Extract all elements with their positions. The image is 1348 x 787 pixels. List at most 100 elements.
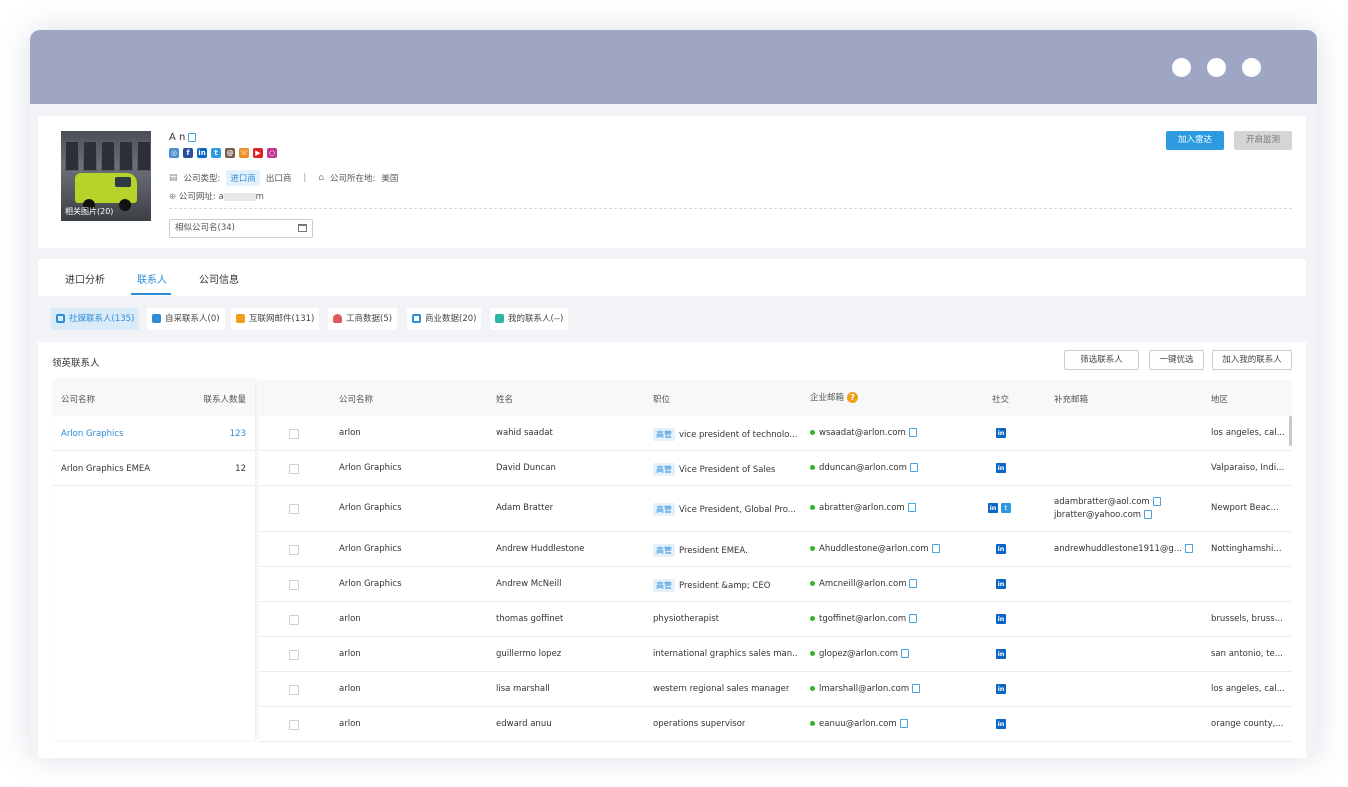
linkedin-icon[interactable]: in <box>996 463 1006 473</box>
email-text[interactable]: abratter@arlon.com <box>819 503 905 513</box>
row-checkbox[interactable] <box>289 685 299 695</box>
add-to-my-contacts-button[interactable]: 加入我的联系人 <box>1212 350 1292 370</box>
phone-icon[interactable]: ☏ <box>239 148 249 158</box>
email-icon[interactable]: @ <box>225 148 235 158</box>
linkedin-icon[interactable]: in <box>996 614 1006 624</box>
subtab-social-contacts[interactable]: 社媒联系人(135) <box>51 308 140 330</box>
linkedin-icon[interactable]: in <box>197 148 207 158</box>
one-click-optimize-button[interactable]: 一键优选 <box>1149 350 1204 370</box>
table-row[interactable]: Arlon Graphics Andrew McNeill 高管 President … <box>259 567 1292 602</box>
copy-icon[interactable] <box>907 503 916 512</box>
filter-contacts-button[interactable]: 筛选联系人 <box>1064 350 1139 370</box>
email-text[interactable]: tgoffinet@arlon.com <box>819 614 906 624</box>
row-checkbox[interactable] <box>289 464 299 474</box>
tab-import-analysis[interactable]: 进口分析 <box>65 271 105 286</box>
website-start[interactable]: a <box>218 192 223 202</box>
cell-social: in <box>996 463 1006 473</box>
row-checkbox[interactable] <box>289 650 299 660</box>
copy-icon[interactable] <box>909 579 918 588</box>
email-text[interactable]: lmarshall@arlon.com <box>819 684 909 694</box>
copy-icon[interactable] <box>909 614 918 623</box>
cell-social: in <box>996 544 1006 554</box>
cell-social: in <box>996 684 1006 694</box>
copy-icon[interactable] <box>1152 497 1161 506</box>
tab-company-info[interactable]: 公司信息 <box>199 271 239 286</box>
subtab-label: 社媒联系人(135) <box>69 314 135 324</box>
company-list-item[interactable]: Arlon Graphics 123 <box>52 416 255 451</box>
copy-icon[interactable] <box>912 684 921 693</box>
extra-email-text[interactable]: andrewhuddlestone1911@g... <box>1054 544 1182 554</box>
copy-icon[interactable] <box>899 719 908 728</box>
company-list-item[interactable]: Arlon Graphics EMEA 12 <box>52 451 255 486</box>
cell-title: 高管 President EMEA. <box>653 544 748 557</box>
subtab-label: 互联网邮件(131) <box>249 314 315 324</box>
email-text[interactable]: Amcneill@arlon.com <box>819 579 906 589</box>
table-row[interactable]: arlon lisa marshall western regional sales… <box>259 672 1292 707</box>
twitter-icon[interactable]: t <box>211 148 221 158</box>
cell-title: western regional sales manager <box>653 684 789 694</box>
extra-email-text[interactable]: adambratter@aol.com <box>1054 497 1150 507</box>
location-icon: ⌂ <box>318 173 325 183</box>
scrollbar[interactable] <box>1289 416 1292 446</box>
website-end[interactable]: m <box>256 192 264 202</box>
main-tabs: 进口分析 联系人 公司信息 <box>38 259 1306 296</box>
subtab-my-contacts[interactable]: 我的联系人(--) <box>490 308 569 330</box>
copy-icon[interactable] <box>908 428 917 437</box>
row-checkbox[interactable] <box>289 504 299 514</box>
instagram-icon[interactable]: ○ <box>267 148 277 158</box>
subtab-internet-emails[interactable]: 互联网邮件(131) <box>231 308 320 330</box>
email-text[interactable]: eanuu@arlon.com <box>819 719 897 729</box>
linkedin-icon[interactable]: in <box>996 684 1006 694</box>
cell-social: in <box>996 614 1006 624</box>
email-text[interactable]: glopez@arlon.com <box>819 649 898 659</box>
extra-email-text[interactable]: jbratter@yahoo.com <box>1054 510 1141 520</box>
window-control-dot[interactable] <box>1207 58 1226 77</box>
row-checkbox[interactable] <box>289 545 299 555</box>
row-checkbox[interactable] <box>289 429 299 439</box>
youtube-icon[interactable]: ▶ <box>253 148 263 158</box>
linkedin-icon[interactable]: in <box>988 503 998 513</box>
table-row[interactable]: Arlon Graphics David Duncan 高管 Vice Preside… <box>259 451 1292 486</box>
social-contacts-icon <box>56 314 65 323</box>
table-row[interactable]: arlon thomas goffinet physiotherapist tgoff… <box>259 602 1292 637</box>
table-row[interactable]: arlon edward anuu operations supervisor ean… <box>259 707 1292 742</box>
email-text[interactable]: dduncan@arlon.com <box>819 463 907 473</box>
table-row[interactable]: arlon wahid saadat 高管 vice president of tec… <box>259 416 1292 451</box>
open-monitor-button[interactable]: 开启监测 <box>1234 131 1292 150</box>
email-text[interactable]: wsaadat@arlon.com <box>819 428 906 438</box>
table-row[interactable]: Arlon Graphics Andrew Huddlestone 高管 Presid… <box>259 532 1292 567</box>
linkedin-icon[interactable]: in <box>996 719 1006 729</box>
photo-caption[interactable]: 相关图片(20) <box>65 206 113 217</box>
subtab-commercial-data[interactable]: 商业数据(20) <box>407 308 482 330</box>
row-checkbox[interactable] <box>289 720 299 730</box>
website-icon[interactable]: ◎ <box>169 148 179 158</box>
linkedin-icon[interactable]: in <box>996 428 1006 438</box>
add-radar-button[interactable]: 加入雷达 <box>1166 131 1224 150</box>
table-row[interactable]: Arlon Graphics Adam Bratter 高管 Vice Preside… <box>259 486 1292 532</box>
copy-icon[interactable] <box>1144 510 1153 519</box>
subtab-self-contacts[interactable]: 自采联系人(0) <box>147 308 225 330</box>
company-photo[interactable]: 相关图片(20) <box>61 131 151 221</box>
copy-icon[interactable] <box>1184 544 1193 553</box>
help-icon[interactable]: ? <box>847 392 859 403</box>
row-checkbox[interactable] <box>289 615 299 625</box>
similar-companies-select[interactable]: 相似公司名(34) <box>169 219 313 238</box>
window-control-dot[interactable] <box>1242 58 1261 77</box>
copy-icon[interactable] <box>188 132 197 142</box>
row-checkbox[interactable] <box>289 580 299 590</box>
company-list-count: 12 <box>235 464 246 474</box>
linkedin-icon[interactable]: in <box>996 649 1006 659</box>
copy-icon[interactable] <box>901 649 910 658</box>
facebook-icon[interactable]: f <box>183 148 193 158</box>
tab-contacts[interactable]: 联系人 <box>137 271 167 286</box>
linkedin-icon[interactable]: in <box>996 544 1006 554</box>
subtab-business-registry[interactable]: 工商数据(5) <box>328 308 398 330</box>
window-control-dot[interactable] <box>1172 58 1191 77</box>
copy-icon[interactable] <box>931 544 940 553</box>
copy-icon[interactable] <box>909 463 918 472</box>
linkedin-icon[interactable]: in <box>996 579 1006 589</box>
subtab-label: 自采联系人(0) <box>165 314 220 324</box>
table-row[interactable]: arlon guillermo lopez international graphi… <box>259 637 1292 672</box>
email-text[interactable]: Ahuddlestone@arlon.com <box>819 544 929 554</box>
twitter-icon[interactable]: t <box>1001 503 1011 513</box>
